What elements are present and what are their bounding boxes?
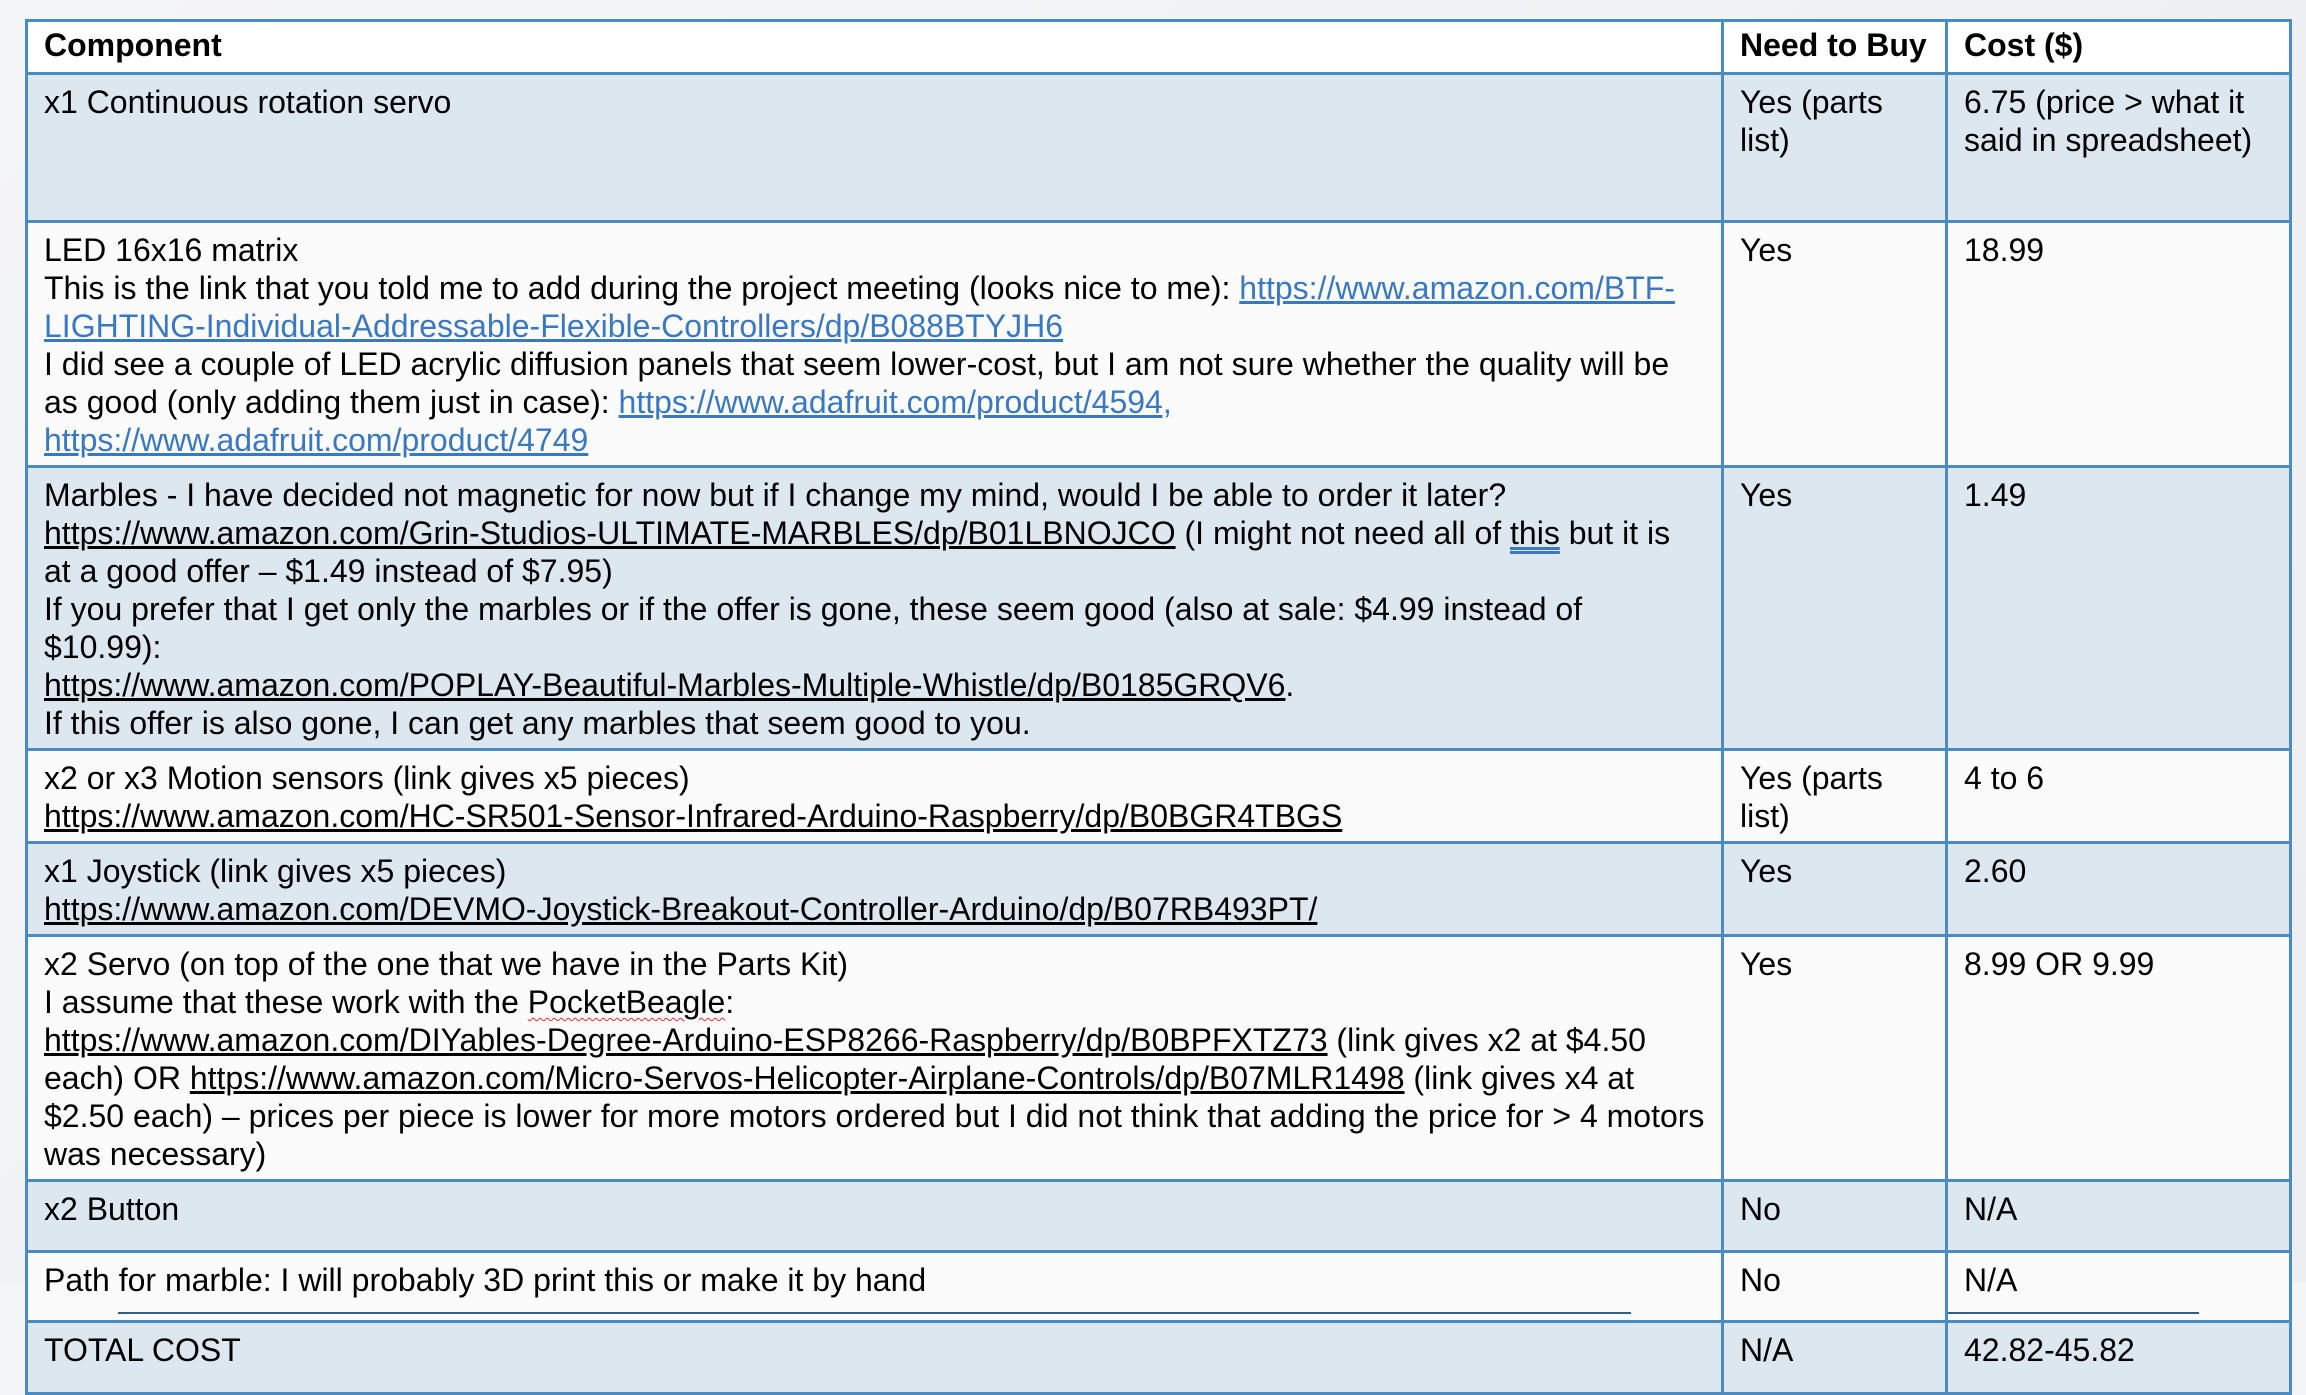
component-note: I assume that these work with the xyxy=(44,984,528,1020)
cost-cell: 6.75 (price > what it said in spreadshee… xyxy=(1945,72,2292,223)
need-cell: N/A xyxy=(1721,1320,1948,1395)
component-note: (I might not need all of xyxy=(1175,515,1511,551)
header-need-to-buy: Need to Buy xyxy=(1721,19,1948,75)
table-row: Marbles - I have decided not magnetic fo… xyxy=(25,465,2292,751)
table-header-row: Component Need to Buy Cost ($) xyxy=(25,19,2292,75)
divider-line xyxy=(1948,1312,2199,1314)
component-cell: TOTAL COST xyxy=(25,1320,1724,1395)
table-row: x2 or x3 Motion sensors (link gives x5 p… xyxy=(25,748,2292,844)
cost-cell: 42.82-45.82 xyxy=(1945,1320,2292,1395)
table-row: Path for marble: I will probably 3D prin… xyxy=(25,1250,2292,1323)
table-row: x2 Servo (on top of the one that we have… xyxy=(25,934,2292,1182)
component-note: If this offer is also gone, I can get an… xyxy=(44,705,1031,741)
component-cell: Path for marble: I will probably 3D prin… xyxy=(25,1250,1724,1323)
need-cell: Yes (parts list) xyxy=(1721,72,1948,223)
component-cell: x1 Joystick (link gives x5 pieces) https… xyxy=(25,841,1724,937)
need-cell: Yes xyxy=(1721,934,1948,1182)
table-row: x2 Button No N/A xyxy=(25,1179,2292,1253)
component-note: If you prefer that I get only the marble… xyxy=(44,591,1583,665)
need-cell: Yes xyxy=(1721,220,1948,468)
cost-cell: 1.49 xyxy=(1945,465,2292,751)
servo-link-1[interactable]: https://www.amazon.com/DIYables-Degree-A… xyxy=(44,1022,1328,1058)
component-text: Marbles - I have decided not magnetic fo… xyxy=(44,477,1507,513)
table-row-total: TOTAL COST N/A 42.82-45.82 xyxy=(25,1320,2292,1395)
marbles-link-2[interactable]: https://www.amazon.com/POPLAY-Beautiful-… xyxy=(44,667,1285,703)
component-cell: LED 16x16 matrix This is the link that y… xyxy=(25,220,1724,468)
table-row: LED 16x16 matrix This is the link that y… xyxy=(25,220,2292,468)
cost-cell: N/A xyxy=(1945,1179,2292,1253)
component-note: This is the link that you told me to add… xyxy=(44,270,1240,306)
cost-cell: 8.99 OR 9.99 xyxy=(1945,934,2292,1182)
header-cost: Cost ($) xyxy=(1945,19,2292,75)
component-text: x1 Joystick (link gives x5 pieces) xyxy=(44,853,507,889)
cost-text: N/A xyxy=(1964,1262,2018,1298)
need-cell: Yes xyxy=(1721,841,1948,937)
parts-cost-table: Component Need to Buy Cost ($) x1 Contin… xyxy=(25,19,2292,1395)
component-cell: Marbles - I have decided not magnetic fo… xyxy=(25,465,1724,751)
need-cell: No xyxy=(1721,1179,1948,1253)
cost-cell: N/A xyxy=(1945,1250,2292,1323)
need-cell: Yes (parts list) xyxy=(1721,748,1948,844)
marbles-link-1[interactable]: https://www.amazon.com/Grin-Studios-ULTI… xyxy=(44,515,1176,551)
parts-table-container: Component Need to Buy Cost ($) x1 Contin… xyxy=(25,19,2292,1395)
component-text: x2 Servo (on top of the one that we have… xyxy=(44,946,849,982)
component-cell: x2 Servo (on top of the one that we have… xyxy=(25,934,1724,1182)
component-cell: x2 Button xyxy=(25,1179,1724,1253)
component-text: Path for marble: I will probably 3D prin… xyxy=(44,1262,927,1298)
component-title: LED 16x16 matrix xyxy=(44,232,299,268)
component-note: . xyxy=(1285,667,1295,703)
spellcheck-word: this xyxy=(1510,515,1560,551)
header-component: Component xyxy=(25,19,1724,75)
table-row: x1 Continuous rotation servo Yes (parts … xyxy=(25,72,2292,223)
motion-sensor-link[interactable]: https://www.amazon.com/HC-SR501-Sensor-I… xyxy=(44,798,1342,834)
table-row: x1 Joystick (link gives x5 pieces) https… xyxy=(25,841,2292,937)
component-cell: x1 Continuous rotation servo xyxy=(25,72,1724,223)
cost-cell: 18.99 xyxy=(1945,220,2292,468)
cost-cell: 4 to 6 xyxy=(1945,748,2292,844)
divider-line xyxy=(118,1312,1631,1314)
diffusion-panel-link-1[interactable]: https://www.adafruit.com/product/4594, xyxy=(619,384,1172,420)
joystick-link[interactable]: https://www.amazon.com/DEVMO-Joystick-Br… xyxy=(44,891,1317,927)
component-note: : xyxy=(725,984,735,1020)
need-cell: No xyxy=(1721,1250,1948,1323)
spellcheck-word: PocketBeagle xyxy=(527,984,726,1020)
cost-cell: 2.60 xyxy=(1945,841,2292,937)
component-cell: x2 or x3 Motion sensors (link gives x5 p… xyxy=(25,748,1724,844)
need-cell: Yes xyxy=(1721,465,1948,751)
component-text: x1 Continuous rotation servo xyxy=(44,84,452,120)
diffusion-panel-link-2[interactable]: https://www.adafruit.com/product/4749 xyxy=(44,422,588,458)
servo-link-2[interactable]: https://www.amazon.com/Micro-Servos-Heli… xyxy=(190,1060,1405,1096)
component-text: x2 or x3 Motion sensors (link gives x5 p… xyxy=(44,760,690,796)
